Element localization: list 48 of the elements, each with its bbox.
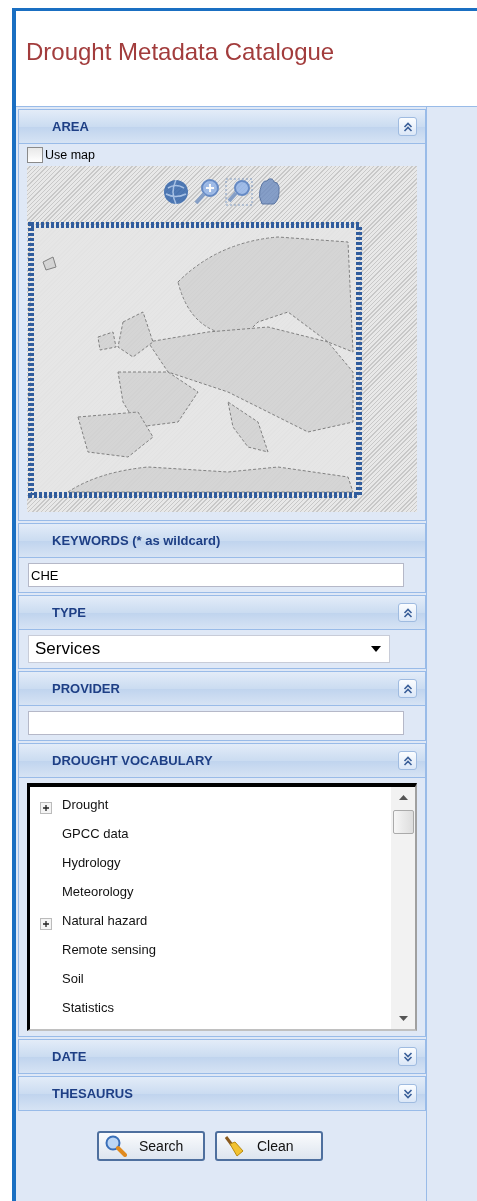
clean-button[interactable]: Clean xyxy=(215,1131,323,1161)
scroll-up-icon[interactable] xyxy=(398,795,408,800)
text-field[interactable] xyxy=(28,711,404,735)
panel-title: PROVIDER xyxy=(52,681,121,696)
panel-title: DROUGHT VOCABULARY xyxy=(52,753,214,768)
broom-icon xyxy=(223,1135,245,1157)
collapse-button[interactable] xyxy=(398,751,417,770)
use-map-checkbox[interactable] xyxy=(27,147,43,163)
scrollbar[interactable] xyxy=(391,787,415,1029)
tree-item[interactable]: Soil xyxy=(60,971,84,986)
panel-title: KEYWORDS (* as wildcard) xyxy=(52,533,222,548)
chevron-up-icon xyxy=(401,682,414,695)
chevron-down-icon xyxy=(401,1087,414,1100)
tree-item[interactable]: Statistics xyxy=(60,1000,114,1015)
chevron-up-icon xyxy=(401,120,414,133)
search-icon xyxy=(105,1135,127,1157)
globe-icon[interactable] xyxy=(163,179,189,205)
page-title: Drought Metadata Catalogue xyxy=(26,37,335,66)
expand-icon[interactable] xyxy=(40,801,52,814)
expand-icon[interactable] xyxy=(40,917,52,930)
tree-item[interactable]: Drought xyxy=(60,797,109,812)
tree-item[interactable]: Meteorology xyxy=(60,884,134,899)
zoom-in-icon[interactable] xyxy=(193,178,221,206)
expand-button[interactable] xyxy=(398,1047,417,1066)
scroll-thumb[interactable] xyxy=(392,810,414,834)
collapse-button[interactable] xyxy=(398,603,417,622)
panel-title: TYPE xyxy=(52,605,87,620)
panel-title: THESAURUS xyxy=(52,1086,134,1101)
tree-item[interactable]: Natural hazard xyxy=(60,913,148,928)
chevron-up-icon xyxy=(401,754,414,767)
zoom-box-icon[interactable] xyxy=(225,178,253,206)
text-field[interactable]: CHE xyxy=(28,563,404,587)
search-button[interactable]: Search xyxy=(97,1131,205,1161)
panel-title: DATE xyxy=(52,1049,88,1064)
tree-item[interactable]: GPCC data xyxy=(60,826,129,841)
dropdown-arrow-icon xyxy=(371,646,381,652)
chevron-down-icon xyxy=(401,1050,414,1063)
type-dropdown[interactable]: Services xyxy=(28,635,390,663)
checkbox-label: Use map xyxy=(45,148,96,162)
tree-item[interactable]: Remote sensing xyxy=(60,942,156,957)
collapse-button[interactable] xyxy=(398,117,417,136)
scroll-down-icon[interactable] xyxy=(398,1016,408,1021)
collapse-button[interactable] xyxy=(398,679,417,698)
hand-icon[interactable] xyxy=(257,178,281,206)
chevron-up-icon xyxy=(401,606,414,619)
tree-item[interactable]: Hydrology xyxy=(60,855,121,870)
panel-title: AREA xyxy=(52,119,90,134)
expand-button[interactable] xyxy=(398,1084,417,1103)
